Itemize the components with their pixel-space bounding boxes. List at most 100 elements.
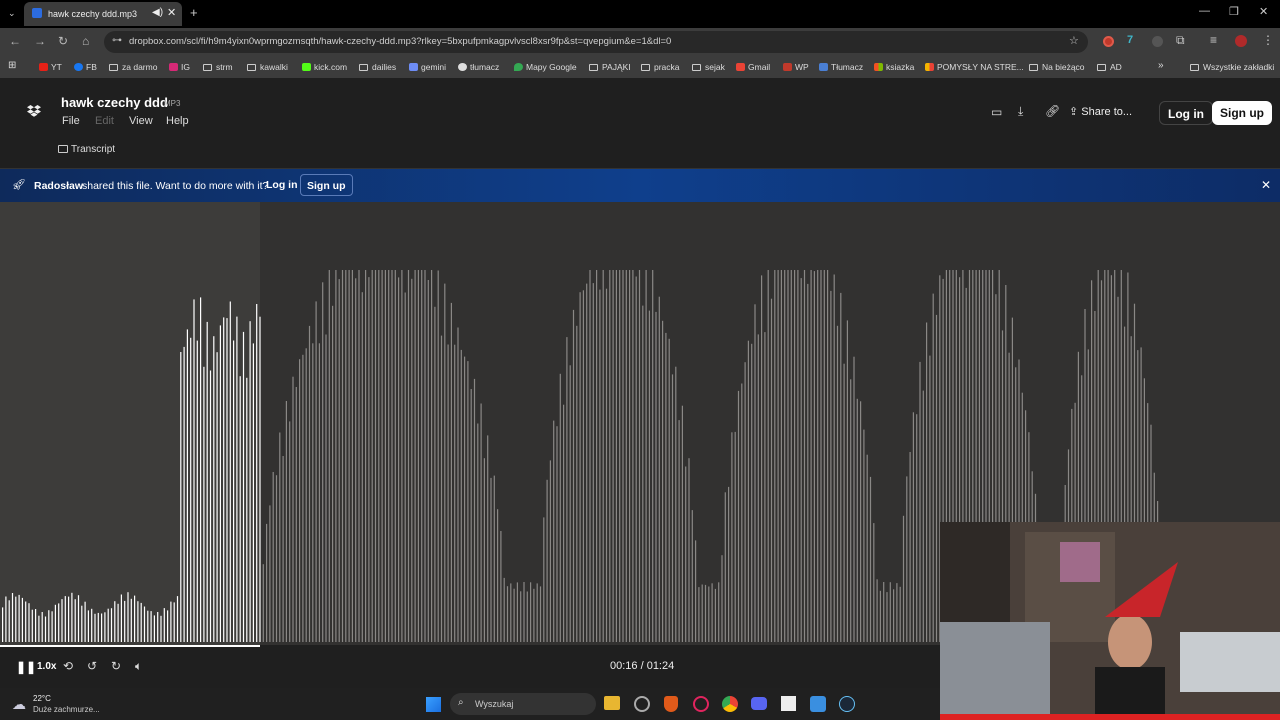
bookmark-pracka[interactable]: pracka (641, 62, 680, 72)
record-extension-icon[interactable] (1103, 36, 1114, 47)
restore-icon[interactable]: ❐ (1229, 5, 1239, 18)
forward-icon[interactable]: → (34, 34, 46, 48)
bookmark-strm[interactable]: strm (203, 62, 233, 72)
waveform-bar (671, 374, 674, 642)
bookmark-ig[interactable]: IG (169, 62, 190, 72)
download-icon[interactable]: ⤓ (1018, 104, 1023, 119)
minimize-icon[interactable]: — (1199, 5, 1210, 17)
weather-temp[interactable]: 22°C (33, 694, 51, 703)
bookmark-mapy-google[interactable]: Mapy Google (514, 62, 577, 72)
profile-avatar-icon[interactable] (1235, 35, 1247, 47)
banner-signup-button[interactable]: Sign up (300, 174, 353, 196)
dropbox-logo-icon[interactable] (27, 105, 41, 118)
banner-close-icon[interactable]: ✕ (1261, 178, 1271, 192)
waveform-bar (388, 270, 390, 642)
comment-icon[interactable]: ▭ (991, 105, 1002, 119)
menu-file[interactable]: File (62, 115, 80, 127)
menu-view[interactable]: View (129, 115, 153, 127)
opera-icon[interactable] (693, 696, 709, 712)
taskbar-search[interactable]: ⌕ Wyszukaj (450, 693, 596, 715)
bookmark-star-icon[interactable]: ☆ (1069, 34, 1079, 47)
back-icon[interactable]: ← (9, 34, 21, 48)
steam-icon[interactable] (839, 696, 855, 712)
grid-icon (925, 63, 934, 71)
waveform-bar (836, 325, 839, 642)
all-bookmarks[interactable]: Wszystkie zakładki (1190, 62, 1274, 72)
banner-login-link[interactable]: Log in (266, 179, 298, 191)
discord-icon[interactable] (751, 697, 767, 710)
bookmark-za-darmo[interactable]: za darmo (109, 62, 157, 72)
waveform-bar (242, 331, 245, 642)
waveform-bar (503, 577, 505, 642)
rewind-10-icon[interactable]: ↺ (87, 659, 97, 673)
waveform-bar (358, 270, 360, 642)
bookmark-ksiazka[interactable]: ksiazka (874, 62, 914, 72)
bookmark-gmail[interactable]: Gmail (736, 62, 770, 72)
windows-start-icon[interactable] (426, 697, 441, 712)
bookmark-tlumacz-2[interactable]: Tłumacz (819, 62, 863, 72)
more-bookmarks-icon[interactable]: » (1158, 60, 1164, 71)
bookmark-tlumacz[interactable]: tłumacz (458, 62, 499, 72)
transcript-button[interactable]: Transcript (58, 144, 115, 155)
waveform-bar (876, 579, 878, 642)
loop-icon[interactable]: ⟲ (63, 659, 73, 673)
speaker-icon[interactable]: ◀) (152, 7, 163, 18)
waveform-bar (345, 270, 347, 642)
bookmark-sejak[interactable]: sejak (692, 62, 725, 72)
bookmark-na-biezaco[interactable]: Na bieżąco (1029, 62, 1085, 72)
chrome-icon[interactable] (722, 696, 738, 712)
link-icon[interactable]: 🔗︎ (1045, 104, 1060, 118)
bookmark-kawalki[interactable]: kawalki (247, 62, 288, 72)
app-store-icon[interactable] (810, 696, 826, 712)
file-explorer-icon[interactable] (604, 696, 620, 710)
bookmark-dailies[interactable]: dailies (359, 62, 396, 72)
bookmark-pajaki[interactable]: PAJĄKI (589, 62, 631, 72)
app-icon[interactable] (634, 696, 650, 712)
waveform-bar (873, 523, 875, 642)
apps-grid-icon[interactable]: ⊞ (8, 60, 16, 71)
progress-bar[interactable] (0, 645, 260, 647)
bookmark-pomysly[interactable]: POMYSŁY NA STRE... (925, 62, 1024, 72)
site-info-icon[interactable]: ⊶ (112, 35, 122, 46)
notion-icon[interactable] (781, 696, 796, 711)
waveform-bar (365, 270, 367, 642)
extensions-puzzle-icon[interactable]: ⧉ (1176, 33, 1185, 48)
reload-icon[interactable]: ↻ (58, 34, 68, 48)
waveform-bar (120, 594, 122, 642)
bookmark-label: YT (51, 62, 62, 72)
bookmark-label: ksiazka (886, 62, 915, 72)
browser-menu-icon[interactable]: ⋮ (1262, 33, 1274, 47)
close-tab-icon[interactable]: ✕ (167, 6, 176, 19)
weather-desc[interactable]: Duże zachmurze... (33, 705, 100, 714)
address-bar[interactable]: ⊶ dropbox.com/scl/fi/h9m4yixn0wprmgozmsq… (104, 31, 1088, 53)
menu-help[interactable]: Help (166, 115, 189, 127)
share-button[interactable]: ⇪ Share to... (1069, 105, 1132, 118)
waveform-bar (701, 584, 703, 642)
bookmark-fb[interactable]: FB (74, 62, 97, 72)
home-icon[interactable]: ⌂ (82, 34, 89, 48)
speed-button[interactable]: 1.0x (37, 661, 56, 672)
waveform-bar (737, 390, 740, 642)
extension-icon[interactable] (1152, 36, 1163, 47)
tab-active[interactable]: hawk czechy ddd.mp3 ◀) ✕ (24, 2, 182, 26)
pause-icon[interactable]: ❚❚ (16, 660, 36, 674)
waveform-bar (899, 586, 901, 642)
waveform-bar (279, 432, 281, 642)
translate-extension-icon[interactable]: 7 (1127, 34, 1133, 46)
signup-button[interactable]: Sign up (1212, 101, 1272, 125)
login-button[interactable]: Log in (1159, 101, 1213, 125)
shield-app-icon[interactable] (664, 696, 678, 712)
close-window-icon[interactable]: ✕ (1259, 5, 1268, 18)
tab-list-chevron-icon[interactable]: ⌄ (8, 8, 16, 19)
volume-icon[interactable]: 🔈︎ (135, 659, 142, 674)
media-control-icon[interactable]: ≡ (1210, 33, 1217, 47)
waveform-bar (206, 321, 208, 642)
bookmark-yt[interactable]: YT (39, 62, 62, 72)
waveform-bar (662, 320, 664, 642)
bookmark-gemini[interactable]: gemini (409, 62, 446, 72)
new-tab-icon[interactable]: + (190, 5, 198, 20)
bookmark-wp[interactable]: WP (783, 62, 809, 72)
forward-10-icon[interactable]: ↻ (111, 659, 121, 673)
bookmark-ad[interactable]: AD (1097, 62, 1122, 72)
bookmark-kick[interactable]: kick.com (302, 62, 347, 72)
